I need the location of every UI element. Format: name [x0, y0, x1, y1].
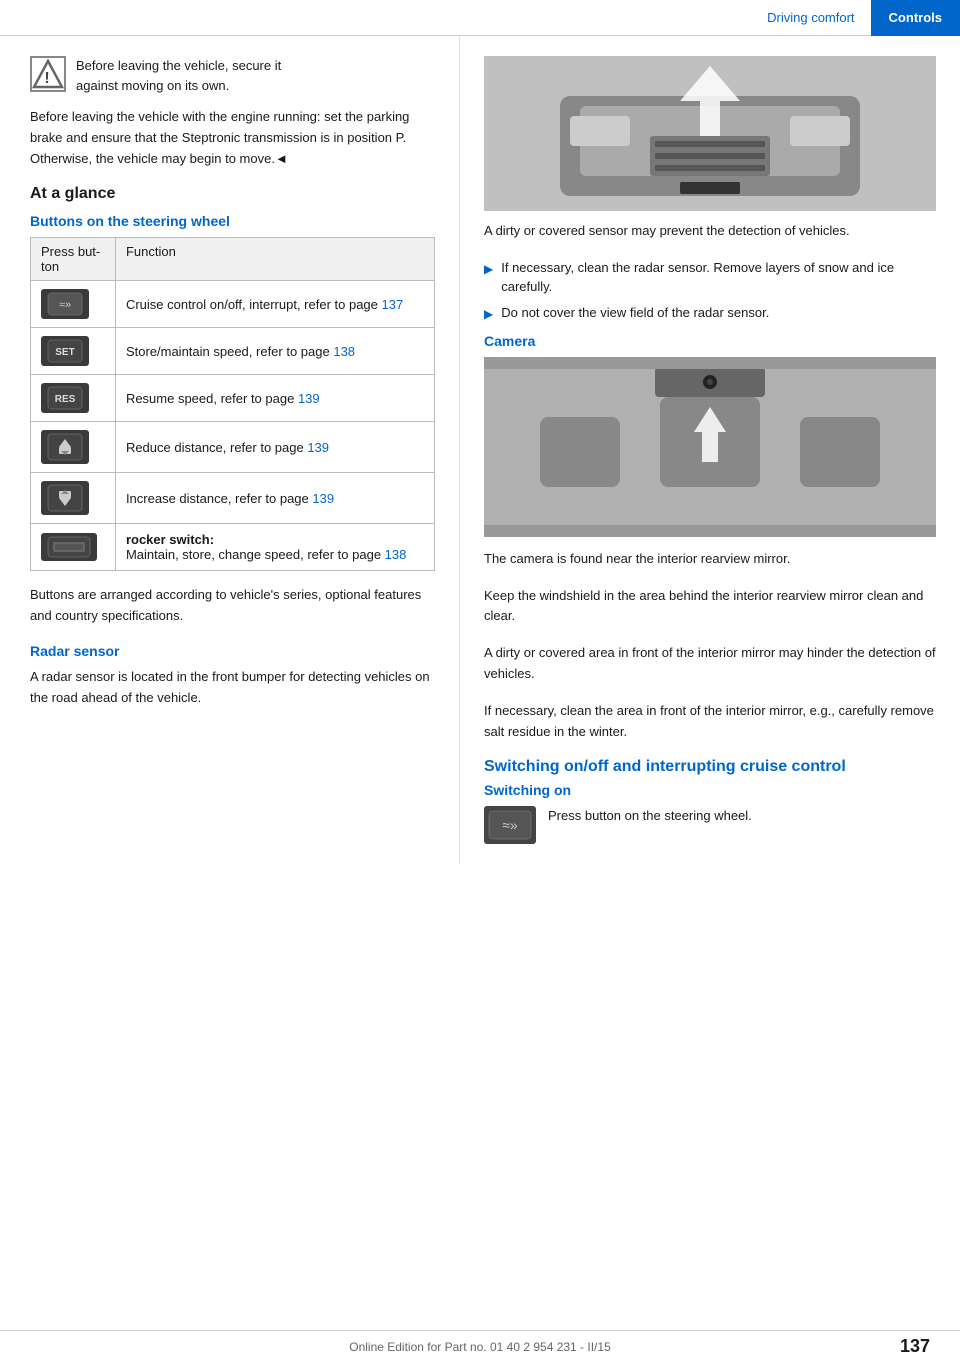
function-cell-set: Store/maintain speed, refer to page 138 [115, 328, 434, 375]
increase-distance-icon [41, 481, 89, 515]
camera-image [484, 357, 936, 537]
page-footer: Online Edition for Part no. 01 40 2 954 … [0, 1330, 960, 1362]
table-row: Reduce distance, refer to page 139 [31, 422, 435, 473]
page-link-139b[interactable]: 139 [307, 440, 329, 455]
svg-text:≈»: ≈» [59, 299, 71, 311]
footer-text: Online Edition for Part no. 01 40 2 954 … [349, 1340, 611, 1354]
right-column: A dirty or covered sensor may prevent th… [460, 36, 960, 864]
header-controls: Controls [871, 0, 960, 36]
btn-cell-res: RES [31, 375, 116, 422]
switching-on-text: Press button on the steering wheel. [548, 806, 752, 827]
table-row: RES Resume speed, refer to page 139 [31, 375, 435, 422]
set-button-icon: SET [41, 336, 89, 366]
page-link-139a[interactable]: 139 [298, 391, 320, 406]
function-cell-res: Resume speed, refer to page 139 [115, 375, 434, 422]
bullet-text-1: If necessary, clean the radar sensor. Re… [501, 258, 936, 297]
bullet-text-2: Do not cover the view field of the radar… [501, 303, 769, 323]
cruise-button-icon: ≈» [41, 289, 89, 319]
switching-on-heading: Switching on [484, 782, 936, 798]
svg-text:≈»: ≈» [502, 817, 518, 833]
bullet-arrow-icon: ▶ [484, 260, 493, 278]
radar-sensor-body: A radar sensor is located in the front b… [30, 667, 435, 709]
table-row: SET Store/maintain speed, refer to page … [31, 328, 435, 375]
list-item: ▶ Do not cover the view field of the rad… [484, 303, 936, 323]
btn-cell-increase [31, 473, 116, 524]
header-driving-comfort: Driving comfort [751, 10, 870, 25]
btn-cell-reduce [31, 422, 116, 473]
dirty-sensor-text: A dirty or covered sensor may prevent th… [484, 221, 936, 242]
radar-sensor-heading: Radar sensor [30, 643, 435, 659]
switching-on-row: ≈» Press button on the steering wheel. [484, 806, 936, 844]
function-cell-increase: Increase distance, refer to page 139 [115, 473, 434, 524]
col-press-button: Press but-ton [31, 238, 116, 281]
page-link-138b[interactable]: 138 [385, 547, 407, 562]
res-button-icon: RES [41, 383, 89, 413]
footer-page-number: 137 [900, 1336, 930, 1357]
function-cell-reduce: Reduce distance, refer to page 139 [115, 422, 434, 473]
btn-cell-set: SET [31, 328, 116, 375]
buttons-heading: Buttons on the steering wheel [30, 213, 435, 229]
camera-body2: Keep the windshield in the area behind t… [484, 586, 936, 628]
svg-text:RES: RES [55, 394, 76, 405]
warning-box: ! Before leaving the vehicle, secure it … [30, 56, 435, 95]
table-row: Increase distance, refer to page 139 [31, 473, 435, 524]
list-item: ▶ If necessary, clean the radar sensor. … [484, 258, 936, 297]
btn-cell-rocker [31, 524, 116, 571]
page-header: Driving comfort Controls [0, 0, 960, 36]
table-row: ≈» Cruise control on/off, interrupt, ref… [31, 281, 435, 328]
left-column: ! Before leaving the vehicle, secure it … [0, 36, 460, 864]
main-content: ! Before leaving the vehicle, secure it … [0, 36, 960, 864]
function-cell-cruise: Cruise control on/off, interrupt, refer … [115, 281, 434, 328]
svg-text:SET: SET [55, 347, 74, 358]
rocker-switch-icon [41, 533, 97, 561]
at-a-glance-heading: At a glance [30, 185, 435, 203]
warning-text: Before leaving the vehicle, secure it ag… [76, 56, 281, 95]
warning-icon: ! [30, 56, 66, 92]
switching-cruise-icon: ≈» [484, 806, 536, 844]
at-a-glance-section: At a glance Buttons on the steering whee… [30, 185, 435, 627]
camera-body4: If necessary, clean the area in front of… [484, 701, 936, 743]
rocker-label: rocker switch: [126, 532, 214, 547]
page-link-138a[interactable]: 138 [333, 344, 355, 359]
switching-heading: Switching on/off and interrupting cruise… [484, 758, 936, 776]
reduce-distance-icon [41, 430, 89, 464]
radar-sensor-section: Radar sensor A radar sensor is located i… [30, 643, 435, 709]
svg-text:!: ! [44, 70, 49, 87]
radar-bullet-list: ▶ If necessary, clean the radar sensor. … [484, 258, 936, 323]
camera-body1: The camera is found near the interior re… [484, 549, 936, 570]
body-warning-text: Before leaving the vehicle with the engi… [30, 107, 435, 169]
col-function: Function [115, 238, 434, 281]
camera-heading: Camera [484, 333, 936, 349]
bullet-arrow-icon: ▶ [484, 305, 493, 323]
camera-body3: A dirty or covered area in front of the … [484, 643, 936, 685]
table-row: rocker switch: Maintain, store, change s… [31, 524, 435, 571]
buttons-note: Buttons are arranged according to vehicl… [30, 585, 435, 627]
page-link-137a[interactable]: 137 [382, 297, 404, 312]
btn-cell-cruise: ≈» [31, 281, 116, 328]
buttons-table: Press but-ton Function ≈» [30, 237, 435, 571]
page-link-139c[interactable]: 139 [312, 491, 334, 506]
function-cell-rocker: rocker switch: Maintain, store, change s… [115, 524, 434, 571]
radar-car-image [484, 56, 936, 211]
